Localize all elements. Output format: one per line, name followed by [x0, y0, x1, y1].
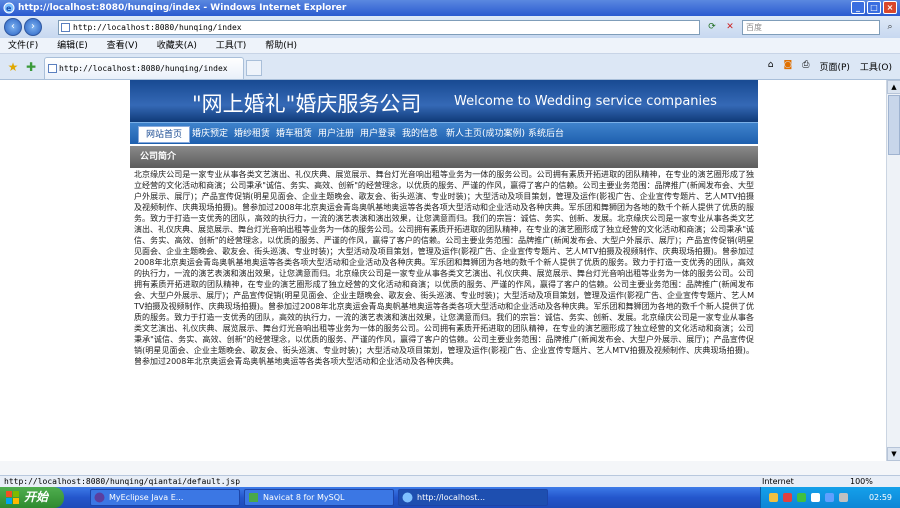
- menu-favorites[interactable]: 收藏夹(A): [149, 38, 205, 54]
- tray-icon[interactable]: [797, 493, 806, 502]
- clock: 02:59: [868, 493, 892, 502]
- site-banner: "网上婚礼"婚庆服务公司 Welcome to Wedding service …: [130, 80, 758, 122]
- navicat-icon: [249, 493, 258, 502]
- tools-menu[interactable]: 工具(O): [860, 60, 892, 73]
- feed-icon[interactable]: ◙: [784, 60, 793, 73]
- ie-icon: e: [3, 2, 15, 14]
- refresh-icon[interactable]: ⟳: [704, 20, 720, 35]
- scroll-down-icon[interactable]: ▼: [887, 447, 900, 461]
- tab-bar: ★ ✚ http://localhost:8080/hunqing/index …: [0, 54, 900, 80]
- page-icon: [48, 64, 57, 73]
- site-nav: 网站首页 婚庆预定 婚纱租赁 婚车租赁 用户注册 用户登录 我的信息 新人主页(…: [130, 122, 758, 144]
- start-label: 开始: [24, 490, 49, 504]
- scroll-up-icon[interactable]: ▲: [887, 80, 900, 94]
- page-icon: [61, 23, 70, 32]
- nav-register[interactable]: 用户注册: [318, 123, 354, 145]
- task-navicat[interactable]: Navicat 8 for MySQL: [244, 489, 394, 506]
- page-menu[interactable]: 页面(P): [819, 60, 849, 73]
- vertical-scrollbar[interactable]: ▲ ▼: [886, 80, 900, 461]
- search-input[interactable]: 百度: [742, 20, 880, 35]
- tray-icon[interactable]: [783, 493, 792, 502]
- svg-text:e: e: [6, 4, 12, 13]
- company-intro-text: 北京缘庆公司是一家专业从事各类文艺演出、礼仪庆典、展览展示、舞台灯光音响出租等业…: [130, 169, 758, 461]
- windows-taskbar: 开始 MyEclipse Java E... Navicat 8 for MyS…: [0, 487, 900, 508]
- nav-login[interactable]: 用户登录: [360, 123, 396, 145]
- tray-icon[interactable]: [811, 493, 820, 502]
- address-url: http://localhost:8080/hunqing/index: [73, 23, 242, 32]
- windows-flag-icon: [6, 491, 19, 504]
- section-header: 公司简介: [130, 146, 758, 168]
- task-label: http://localhost...: [417, 493, 486, 502]
- new-tab-button[interactable]: [246, 60, 262, 76]
- tray-icon[interactable]: [825, 493, 834, 502]
- security-zone: Internet: [762, 477, 794, 486]
- page-viewport: "网上婚礼"婚庆服务公司 Welcome to Wedding service …: [0, 80, 886, 508]
- search-placeholder: 百度: [746, 23, 762, 32]
- menu-view[interactable]: 查看(V): [99, 38, 146, 54]
- nav-dress-rental[interactable]: 婚纱租赁: [234, 123, 270, 145]
- ie-icon: [402, 492, 413, 503]
- nav-home[interactable]: 网站首页: [138, 126, 191, 143]
- status-bar: http://localhost:8080/hunqing/qiantai/de…: [0, 475, 900, 487]
- favorites-star-icon[interactable]: ★: [4, 58, 22, 76]
- nav-newlywed-home[interactable]: 新人主页(成功案例): [446, 123, 525, 145]
- myeclipse-icon: [94, 492, 105, 503]
- zoom-level[interactable]: 100%: [850, 476, 873, 487]
- tray-icon[interactable]: [769, 493, 778, 502]
- menu-help[interactable]: 帮助(H): [257, 38, 305, 54]
- menu-file[interactable]: 文件(F): [0, 38, 46, 54]
- forward-button[interactable]: ›: [24, 18, 42, 36]
- menu-bar: 文件(F) 编辑(E) 查看(V) 收藏夹(A) 工具(T) 帮助(H): [0, 38, 900, 54]
- address-input[interactable]: http://localhost:8080/hunqing/index: [58, 20, 700, 35]
- status-url: http://localhost:8080/hunqing/qiantai/de…: [4, 477, 241, 486]
- page-bottom-gap: [0, 461, 900, 475]
- address-toolbar: ‹ › http://localhost:8080/hunqing/index …: [0, 16, 900, 38]
- site-title-cn: "网上婚礼"婚庆服务公司: [192, 92, 422, 116]
- nav-my-info[interactable]: 我的信息: [402, 123, 438, 145]
- maximize-button[interactable]: □: [867, 1, 881, 14]
- home-icon[interactable]: ⌂: [768, 60, 774, 73]
- nav-admin[interactable]: 系统后台: [528, 123, 564, 145]
- start-button[interactable]: 开始: [0, 487, 64, 508]
- minimize-button[interactable]: _: [851, 1, 865, 14]
- task-label: Navicat 8 for MySQL: [263, 493, 345, 502]
- nav-booking[interactable]: 婚庆预定: [192, 123, 228, 145]
- add-favorite-icon[interactable]: ✚: [22, 58, 40, 76]
- scroll-thumb[interactable]: [888, 95, 900, 155]
- task-label: MyEclipse Java E...: [109, 493, 184, 502]
- back-button[interactable]: ‹: [4, 18, 22, 36]
- search-icon[interactable]: ⌕: [882, 20, 898, 35]
- nav-car-rental[interactable]: 婚车租赁: [276, 123, 312, 145]
- tab-label: http://localhost:8080/hunqing/index: [59, 64, 228, 73]
- browser-tab[interactable]: http://localhost:8080/hunqing/index: [44, 57, 244, 79]
- window-titlebar: e http://localhost:8080/hunqing/index - …: [0, 0, 900, 16]
- task-myeclipse[interactable]: MyEclipse Java E...: [90, 489, 240, 506]
- stop-icon[interactable]: ✕: [722, 20, 738, 35]
- close-button[interactable]: ×: [883, 1, 897, 14]
- menu-tools[interactable]: 工具(T): [208, 38, 255, 54]
- window-title: http://localhost:8080/hunqing/index - Wi…: [18, 3, 347, 13]
- menu-edit[interactable]: 编辑(E): [49, 38, 96, 54]
- system-tray: 02:59: [760, 487, 900, 508]
- tray-icon[interactable]: [839, 493, 848, 502]
- site-title-en: Welcome to Wedding service companies: [454, 94, 717, 109]
- print-icon[interactable]: ⎙: [802, 60, 809, 73]
- task-ie[interactable]: http://localhost...: [398, 489, 548, 506]
